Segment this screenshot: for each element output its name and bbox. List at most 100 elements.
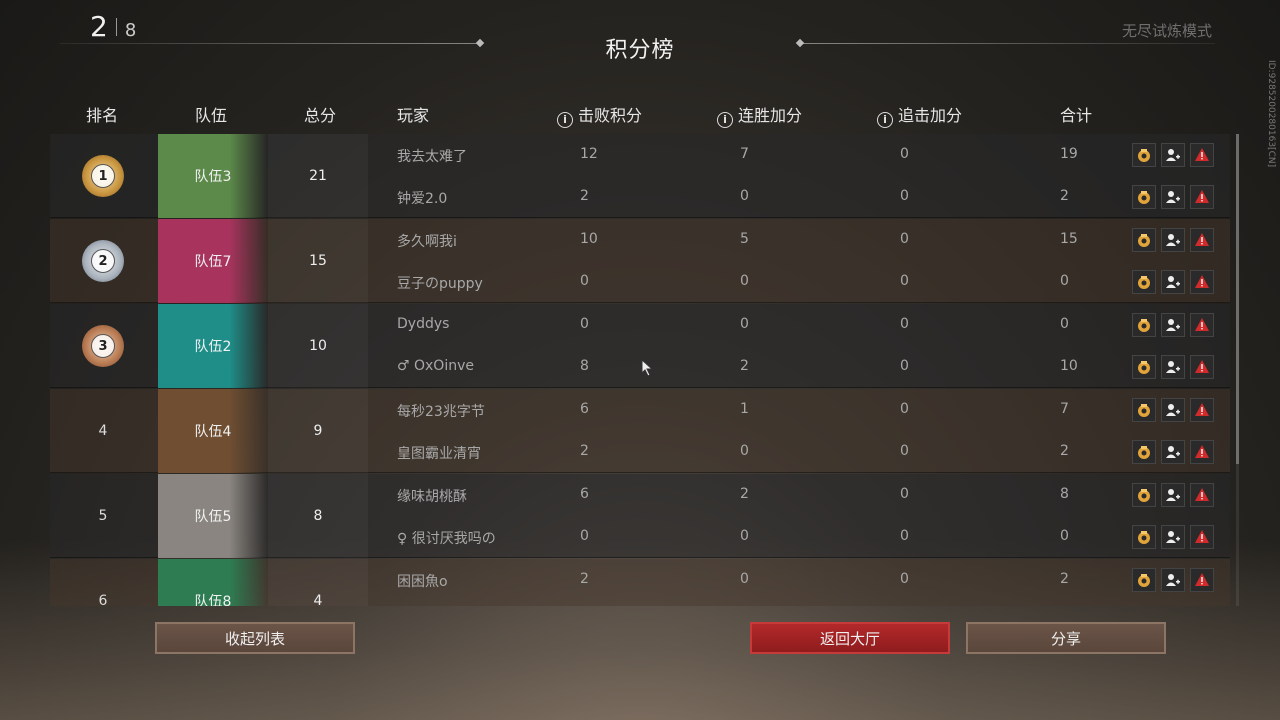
player-actions [1132,398,1214,422]
player-row[interactable]: 多久啊我i 10 5 0 15 [370,219,1230,261]
collapse-list-button[interactable]: 收起列表 [155,622,355,654]
player-name: 皇图霸业清宵 [397,446,481,462]
report-icon[interactable] [1190,270,1214,294]
player-actions [1132,525,1214,549]
return-lobby-button[interactable]: 返回大厅 [750,622,950,654]
defeat-score: 2 [580,188,589,204]
sum-score: 2 [1060,188,1069,204]
add-friend-icon[interactable] [1161,270,1185,294]
report-icon[interactable] [1190,568,1214,592]
col-defeat[interactable]: i 击败积分 [557,102,642,128]
sum-score: 7 [1060,401,1069,417]
team-total-score: 21 [268,134,368,218]
player-name: 我去太难了 [397,149,467,165]
player-row[interactable]: 钟爱2.0 2 0 0 2 [370,176,1230,218]
player-row[interactable]: 皇图霸业清宵 2 0 0 2 [370,431,1230,473]
gift-bag-icon[interactable] [1132,398,1156,422]
gift-bag-icon[interactable] [1132,228,1156,252]
gift-bag-icon[interactable] [1132,568,1156,592]
gift-bag-icon[interactable] [1132,483,1156,507]
report-icon[interactable] [1190,525,1214,549]
player-name: Dyddys [397,316,450,332]
add-friend-icon[interactable] [1161,440,1185,464]
scrollbar[interactable] [1236,134,1239,606]
info-icon[interactable]: i [557,112,573,128]
report-icon[interactable] [1190,355,1214,379]
report-icon[interactable] [1190,483,1214,507]
gift-bag-icon[interactable] [1132,270,1156,294]
streak-score: 2 [740,486,749,502]
chase-score: 0 [900,231,909,247]
col-defeat-label: 击败积分 [578,106,643,125]
rank-number: 2 [91,249,115,273]
report-icon[interactable] [1190,185,1214,209]
team-total-score: 9 [268,389,368,473]
col-streak[interactable]: i 连胜加分 [717,102,802,128]
add-friend-icon[interactable] [1161,483,1185,507]
add-friend-icon[interactable] [1161,355,1185,379]
report-icon[interactable] [1190,440,1214,464]
player-row[interactable]: 豆子のpuppy 0 0 0 0 [370,261,1230,303]
player-actions [1132,143,1214,167]
add-friend-icon[interactable] [1161,525,1185,549]
player-actions [1132,270,1214,294]
player-name: 每秒23兆字节 [397,404,485,420]
player-name: ♂ OxOinve [397,358,474,374]
add-friend-icon[interactable] [1161,568,1185,592]
rank-cell: 3 [50,304,156,388]
player-row[interactable]: ♂ OxOinve 8 2 0 10 [370,346,1230,388]
sum-score: 19 [1060,146,1078,162]
add-friend-icon[interactable] [1161,185,1185,209]
report-icon[interactable] [1190,228,1214,252]
rank-medal-icon: 1 [82,155,124,197]
col-total: 总分 [304,106,337,125]
player-row[interactable] [370,601,1230,606]
player-row[interactable]: 缘味胡桃酥 6 2 0 8 [370,474,1230,516]
team-row: 3 队伍2 10 Dyddys 0 0 0 0 ♂ OxOinve 8 2 0 10 [50,304,1230,388]
player-row[interactable]: 我去太难了 12 7 0 19 [370,134,1230,176]
report-icon[interactable] [1190,313,1214,337]
player-row[interactable]: Dyddys 0 0 0 0 [370,304,1230,346]
sum-score: 10 [1060,358,1078,374]
rank-number: 3 [91,334,115,358]
streak-score: 2 [740,358,749,374]
col-rank: 排名 [86,106,119,125]
player-name: 钟爱2.0 [397,191,448,207]
player-row[interactable]: 每秒23兆字节 6 1 0 7 [370,389,1230,431]
gift-bag-icon[interactable] [1132,143,1156,167]
report-icon[interactable] [1190,398,1214,422]
player-name: 多久啊我i [397,234,457,250]
add-friend-icon[interactable] [1161,143,1185,167]
defeat-score: 0 [580,316,589,332]
scrollbar-thumb[interactable] [1236,134,1239,464]
scoreboard-table[interactable]: 1 队伍3 21 我去太难了 12 7 0 19 钟爱2.0 2 0 0 2 2 队伍7 15 多久啊我i 10 5… [50,134,1230,606]
player-actions [1132,313,1214,337]
info-icon[interactable]: i [717,112,733,128]
report-icon[interactable] [1190,143,1214,167]
share-button[interactable]: 分享 [966,622,1166,654]
streak-score: 1 [740,401,749,417]
player-row[interactable]: 困困魚o 2 0 0 2 [370,559,1230,601]
chase-score: 0 [900,146,909,162]
gift-bag-icon[interactable] [1132,355,1156,379]
sum-score: 0 [1060,273,1069,289]
gift-bag-icon[interactable] [1132,525,1156,549]
gift-bag-icon[interactable] [1132,440,1156,464]
player-row[interactable]: ♀ 很讨厌我吗の 0 0 0 0 [370,516,1230,558]
streak-score: 0 [740,571,749,587]
player-actions [1132,355,1214,379]
add-friend-icon[interactable] [1161,313,1185,337]
gift-bag-icon[interactable] [1132,185,1156,209]
team-name: 队伍5 [158,474,268,558]
team-name: 队伍4 [158,389,268,473]
info-icon[interactable]: i [877,112,893,128]
defeat-score: 0 [580,273,589,289]
rank-medal-icon: 3 [82,325,124,367]
add-friend-icon[interactable] [1161,398,1185,422]
rank-number: 1 [91,164,115,188]
chase-score: 0 [900,273,909,289]
gift-bag-icon[interactable] [1132,313,1156,337]
team-row: 1 队伍3 21 我去太难了 12 7 0 19 钟爱2.0 2 0 0 2 [50,134,1230,218]
col-chase[interactable]: i 追击加分 [877,102,962,128]
add-friend-icon[interactable] [1161,228,1185,252]
